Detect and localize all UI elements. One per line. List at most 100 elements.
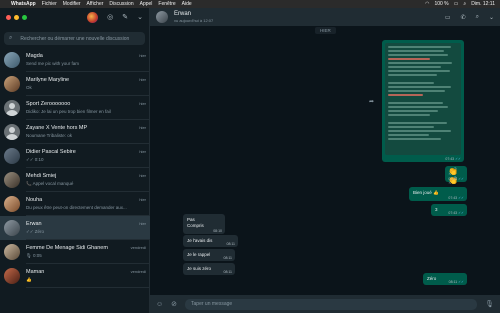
- message-out[interactable]: 👏👏 07:43 ✓✓: [445, 166, 467, 185]
- chat-preview: 📞 Appel vocal manqué: [26, 180, 74, 186]
- message-in[interactable]: Je l'avais dis 08:11: [183, 235, 238, 247]
- avatar: [4, 220, 20, 236]
- chat-item-erwan[interactable]: Erwan hier ✓✓ Zéro: [0, 216, 150, 240]
- chat-item-marilyne[interactable]: Marilyne Maryline hier Ok: [0, 72, 150, 96]
- chat-item-didier[interactable]: Didier Pascal Sebire hier ✓✓ 0:10: [0, 144, 150, 168]
- chat-item-maman[interactable]: Maman vendredi 👍: [0, 264, 150, 288]
- message-composer: ☺ ⊘ Taper un message 🎙: [150, 295, 500, 313]
- chat-preview: 👍: [26, 276, 32, 282]
- forwarded-image-message[interactable]: 07:43 ✓✓: [382, 40, 464, 162]
- search-bar[interactable]: ⌕ Rechercher ou démarrer une nouvelle di…: [4, 32, 145, 45]
- conversation-header[interactable]: Erwan vu aujourd'hui à 12:07 ▭ ✆ ⌕ ⌄: [150, 8, 500, 26]
- chat-preview: Du peux être peut-on directement demande…: [26, 205, 127, 210]
- chat-item-mehdi[interactable]: Mehdi Smiej hier 📞 Appel vocal manqué: [0, 168, 150, 192]
- message-time: 08:11: [226, 242, 236, 246]
- chat-name: Sport Zerooooooo: [26, 101, 71, 107]
- day-separator: HIER: [315, 27, 336, 34]
- menu-icon[interactable]: ⌄: [137, 13, 143, 21]
- profile-avatar[interactable]: [87, 11, 99, 23]
- microphone-icon[interactable]: 🎙: [485, 300, 494, 308]
- chat-item-zayane[interactable]: Zayane X Vente hors MP hier Noumane Tribal…: [0, 120, 150, 144]
- search-icon: ⌕: [9, 35, 13, 41]
- message-in[interactable]: Je suis zéro 08:11: [183, 263, 235, 275]
- chat-item-sport[interactable]: Sport Zerooooooo hier Didiko: Je lai un pe…: [0, 96, 150, 120]
- message-out[interactable]: 3 07:43 ✓✓: [431, 204, 467, 216]
- message-input[interactable]: Taper un message: [185, 298, 478, 310]
- voice-call-icon[interactable]: ✆: [461, 14, 466, 21]
- menu-fichier[interactable]: Fichier: [42, 1, 57, 7]
- message-text: Je le rappel: [187, 252, 211, 257]
- chat-time: hier: [139, 125, 146, 130]
- video-call-icon[interactable]: ▭: [445, 14, 451, 21]
- menubar-app-name[interactable]: WhatsApp: [11, 1, 36, 7]
- avatar: [4, 148, 20, 164]
- attach-icon[interactable]: ⊘: [171, 300, 177, 308]
- menubar-clock[interactable]: Dim. 12:11: [471, 1, 495, 7]
- message-time: 07:43 ✓✓: [448, 196, 464, 200]
- chat-time: hier: [139, 53, 146, 58]
- message-text: Bien joué 👍: [413, 190, 439, 195]
- chat-preview: Ok: [26, 85, 32, 90]
- message-time: 08:11: [223, 270, 233, 274]
- contact-avatar[interactable]: [156, 11, 168, 23]
- chat-time: hier: [139, 101, 146, 106]
- chat-name: Magda: [26, 53, 43, 59]
- chat-name: Maman: [26, 268, 45, 275]
- message-out[interactable]: Zéro 08:11 ✓✓: [423, 273, 467, 285]
- message-in[interactable]: Je le rappel 08:11: [183, 249, 235, 261]
- zoom-window-button[interactable]: [22, 14, 27, 20]
- forward-icon[interactable]: ➦: [369, 98, 374, 105]
- chat-menu-icon[interactable]: ⌄: [489, 14, 494, 21]
- message-out[interactable]: Bien joué 👍 07:43 ✓✓: [409, 187, 467, 201]
- message-text: 3: [435, 207, 438, 212]
- search-menubar-icon[interactable]: ⌕: [463, 1, 466, 7]
- macos-menubar: WhatsApp Fichier Modifier Afficher Discu…: [0, 0, 500, 8]
- chat-name: Didier Pascal Sebire: [26, 148, 76, 155]
- chat-preview: 🎙 0:05: [26, 252, 42, 258]
- menu-aide[interactable]: Aide: [182, 1, 192, 7]
- battery-icon[interactable]: ▭: [454, 1, 459, 7]
- message-in[interactable]: Pas Compris 08:10: [183, 214, 225, 234]
- status-icon[interactable]: ◎: [107, 13, 113, 21]
- avatar: [4, 268, 20, 284]
- avatar: [4, 100, 20, 116]
- contact-name: Erwan: [174, 11, 192, 17]
- chat-time: hier: [139, 148, 146, 154]
- conversation-panel: Erwan vu aujourd'hui à 12:07 ▭ ✆ ⌕ ⌄ HIE…: [150, 8, 500, 313]
- avatar: [4, 76, 20, 92]
- menu-afficher[interactable]: Afficher: [87, 1, 104, 7]
- message-time: 08:11: [223, 256, 233, 260]
- minimize-window-button[interactable]: [14, 14, 19, 20]
- emoji-icon[interactable]: ☺: [156, 301, 163, 308]
- wifi-icon[interactable]: ◠: [425, 1, 429, 7]
- battery-percent[interactable]: 100 %: [434, 1, 448, 7]
- chat-preview: Noumane Tribaliste: ok: [26, 133, 73, 138]
- chat-name: Marilyne Maryline: [26, 77, 70, 83]
- contact-last-seen: vu aujourd'hui à 12:07: [174, 18, 214, 23]
- menu-modifier[interactable]: Modifier: [63, 1, 81, 7]
- message-text: Je suis zéro: [187, 266, 212, 271]
- chat-item-femme-de-menage[interactable]: Femme De Menage Sidi Ghanem vendredi 🎙 0:0…: [0, 240, 150, 264]
- chat-time: hier: [139, 220, 146, 226]
- menu-appel[interactable]: Appel: [140, 1, 153, 7]
- message-image-preview: [385, 43, 461, 155]
- search-input[interactable]: Rechercher ou démarrer une nouvelle disc…: [20, 36, 129, 42]
- avatar: [4, 244, 20, 260]
- chat-item-nouha[interactable]: Nouha hier Du peux être peut-on directemen…: [0, 192, 150, 216]
- chat-time: hier: [139, 172, 146, 178]
- chat-item-magda[interactable]: Magda hier Send me pic with your fam: [0, 48, 150, 72]
- new-chat-icon[interactable]: ✎: [122, 13, 128, 21]
- menu-discussion[interactable]: Discussion: [109, 1, 133, 7]
- chat-time: hier: [139, 77, 146, 82]
- menu-fenetre[interactable]: Fenêtre: [158, 1, 175, 7]
- message-text: 👏👏: [448, 167, 458, 185]
- message-text: Pas Compris: [187, 217, 204, 228]
- avatar: [4, 172, 20, 188]
- search-chat-icon[interactable]: ⌕: [476, 14, 479, 21]
- chat-preview: Didiko: Je lai un peu trop bien filmer e…: [26, 109, 111, 114]
- chat-preview: ✓✓ 0:10: [26, 156, 44, 162]
- chat-name: Femme De Menage Sidi Ghanem: [26, 244, 108, 251]
- close-window-button[interactable]: [6, 14, 11, 20]
- message-text: Je l'avais dis: [187, 238, 213, 243]
- message-text: Zéro: [427, 276, 437, 281]
